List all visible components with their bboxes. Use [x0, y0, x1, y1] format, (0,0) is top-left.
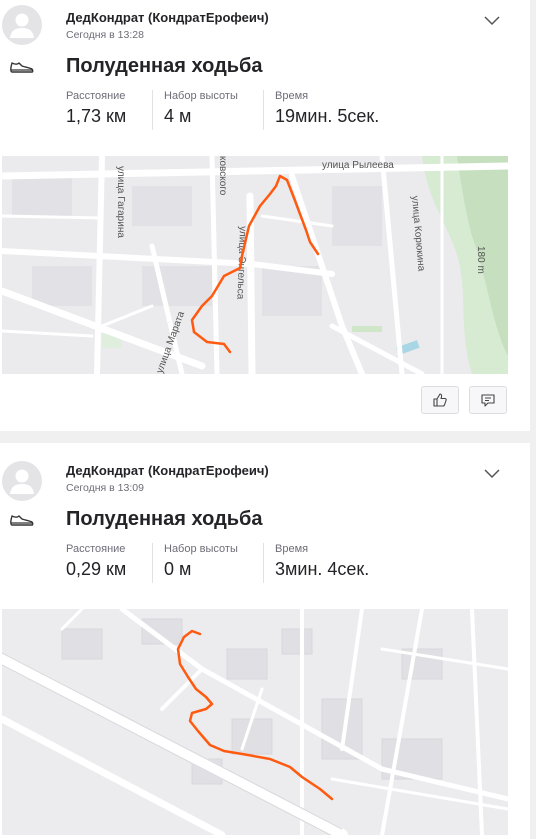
stat-label: Набор высоты — [164, 90, 238, 102]
stat-value: 0 м — [164, 559, 192, 579]
stat-time: Время 19мин. 5сек. — [263, 90, 379, 130]
stat-time: Время 3мин. 4сек. — [263, 543, 369, 583]
activity-map[interactable]: улица Рылеева улица Гагарина улица Корюк… — [2, 156, 508, 374]
activity-timestamp: Сегодня в 13:09 — [66, 482, 144, 494]
activity-title[interactable]: Полуденная ходьба — [66, 508, 263, 531]
activity-card: ДедКондрат (КондратЕрофеич) Сегодня в 13… — [0, 443, 530, 839]
stat-label: Расстояние — [66, 543, 126, 555]
stat-distance: Расстояние 1,73 км — [66, 90, 126, 130]
stat-value: 19мин. 5сек. — [275, 106, 380, 126]
street-label: ковского — [217, 156, 228, 196]
thumbs-up-icon — [433, 393, 447, 407]
activity-card: ДедКондрат (КондратЕрофеич) Сегодня в 13… — [0, 0, 530, 431]
stat-distance: Расстояние 0,29 км — [66, 543, 126, 583]
comment-button[interactable] — [469, 386, 507, 414]
activity-timestamp: Сегодня в 13:28 — [66, 29, 144, 41]
stat-label: Время — [275, 543, 309, 555]
activity-actions — [421, 386, 507, 414]
stat-value: 0,29 км — [66, 559, 127, 579]
user-icon — [10, 13, 34, 38]
avatar[interactable] — [2, 461, 42, 501]
street-label: улица Гагарина — [115, 166, 126, 238]
shoe-icon — [8, 58, 36, 78]
scale-label: 180 m — [475, 246, 486, 274]
chevron-down-icon[interactable] — [482, 465, 502, 481]
athlete-name[interactable]: ДедКондрат (КондратЕрофеич) — [66, 463, 269, 478]
stat-elevation: Набор высоты 4 м — [152, 90, 238, 130]
stat-label: Расстояние — [66, 90, 126, 102]
stat-elevation: Набор высоты 0 м — [152, 543, 238, 583]
shoe-icon — [8, 511, 36, 531]
stat-value: 4 м — [164, 106, 192, 126]
stat-label: Время — [275, 90, 309, 102]
chevron-down-icon[interactable] — [482, 12, 502, 28]
user-icon — [10, 469, 34, 494]
avatar[interactable] — [2, 5, 42, 45]
kudos-button[interactable] — [421, 386, 459, 414]
stat-value: 3мин. 4сек. — [275, 559, 370, 579]
activity-title[interactable]: Полуденная ходьба — [66, 55, 263, 78]
stat-label: Набор высоты — [164, 543, 238, 555]
athlete-name[interactable]: ДедКондрат (КондратЕрофеич) — [66, 10, 269, 25]
street-label: улица Рылеева — [322, 160, 394, 171]
comment-icon — [481, 394, 495, 407]
activity-map[interactable] — [2, 609, 508, 835]
stat-value: 1,73 км — [66, 106, 127, 126]
